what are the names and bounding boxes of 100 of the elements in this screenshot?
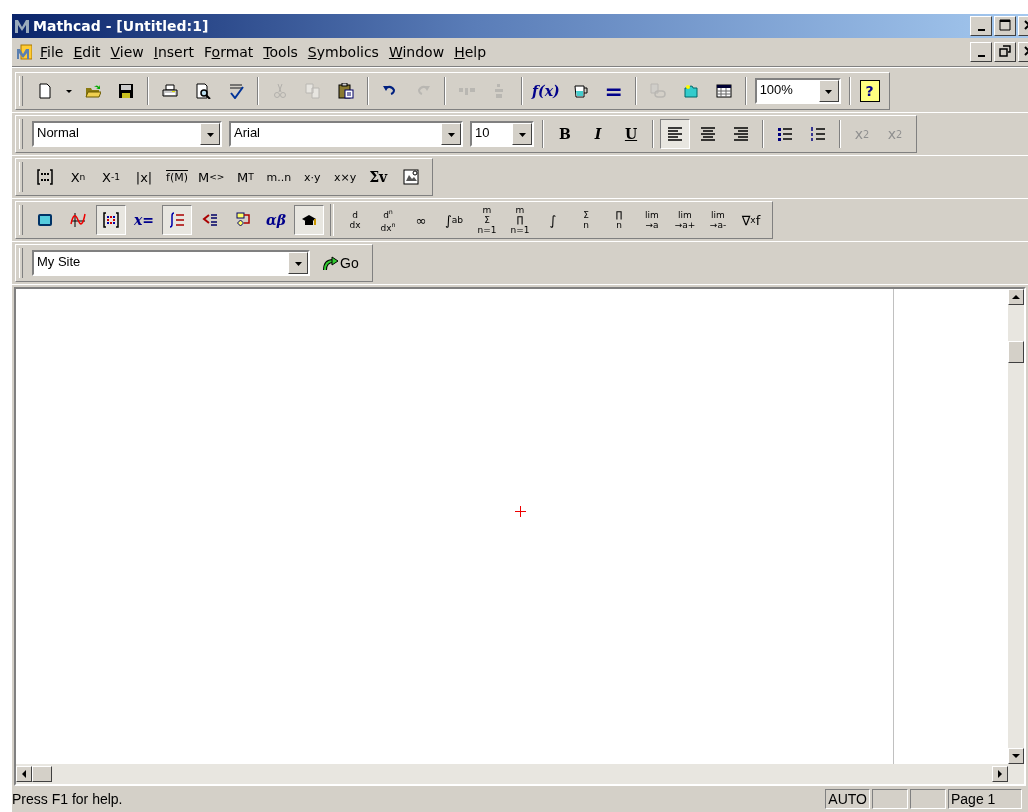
toolbar-button[interactable]: f(M): [162, 162, 192, 192]
open-folder-icon: [85, 83, 101, 99]
status-panel: [872, 789, 908, 809]
dropdown[interactable]: 10: [470, 121, 534, 147]
dropdown[interactable]: 100%: [754, 78, 841, 104]
minimize-icon: [977, 29, 985, 31]
toolbar-button[interactable]: ∞: [406, 205, 436, 235]
toolbar-button[interactable]: lim →a+: [670, 205, 700, 235]
align-center-icon: [700, 126, 716, 142]
toolbar-button[interactable]: I: [583, 119, 613, 149]
minimize-button[interactable]: [970, 42, 992, 62]
dropdown[interactable]: My Site: [32, 250, 310, 276]
minimize-icon: [977, 55, 985, 57]
picture-frame-icon: [403, 169, 420, 185]
spell-check-icon: [228, 83, 244, 99]
status-mode: AUTO: [825, 789, 870, 809]
horizontal-scrollbar[interactable]: [16, 764, 1024, 784]
scroll-down-icon: [1011, 751, 1021, 761]
scroll-right-icon: [995, 769, 1005, 779]
menu-item[interactable]: Tools: [258, 44, 303, 60]
comparison-icon: [202, 212, 218, 228]
cup-icon: [572, 83, 589, 99]
integral-derivative-icon: [169, 212, 185, 228]
dropdown[interactable]: Arial: [229, 121, 463, 147]
document-logo-icon: [16, 44, 32, 60]
toolbar-button[interactable]: Σv: [363, 162, 394, 192]
scissors-icon: [272, 83, 288, 99]
toolbar-button[interactable]: x·y: [297, 162, 328, 192]
align-right-icon: [733, 126, 749, 142]
crosshair-cursor-icon: [515, 506, 526, 517]
new-page-icon: [37, 83, 53, 99]
toolbar-button[interactable]: m Σ n=1: [472, 205, 502, 235]
caret-icon: [66, 89, 72, 93]
toolbar-button[interactable]: m ∏ n=1: [505, 205, 535, 235]
maximize-button[interactable]: [994, 16, 1016, 36]
toolbar-button[interactable]: U: [616, 119, 646, 149]
matrix-icon: [37, 169, 53, 185]
restore-icon: [999, 45, 1011, 57]
menu-item[interactable]: Format: [199, 44, 259, 60]
scroll-thumb[interactable]: [32, 766, 52, 782]
matrix-dots-icon: [103, 212, 119, 228]
flowchart-icon: [235, 212, 251, 228]
maximize-icon: [999, 19, 1011, 31]
graduation-cap-button[interactable]: [294, 205, 324, 235]
numbered-list-icon: [810, 126, 826, 142]
help-button[interactable]: ?: [859, 80, 880, 102]
menu-item[interactable]: Edit: [68, 44, 106, 60]
vertical-scrollbar[interactable]: [1008, 289, 1024, 764]
menu-item[interactable]: Window: [383, 44, 450, 60]
toolbar-button[interactable]: lim →a-: [703, 205, 733, 235]
align-left-icon: [667, 126, 683, 142]
restore-button[interactable]: [994, 42, 1016, 62]
linked-pages-icon: [649, 83, 666, 99]
window-title: Mathcad - [Untitled:1]: [33, 18, 209, 34]
toolbar-button[interactable]: Σ n: [571, 205, 601, 235]
toolbar-button[interactable]: |x|: [129, 162, 159, 192]
status-panel: [910, 789, 946, 809]
scroll-up-icon: [1011, 292, 1021, 302]
calculator-icon: [37, 212, 53, 228]
menu-item[interactable]: Symbolics: [302, 44, 384, 60]
toolbar-button[interactable]: =: [598, 76, 629, 106]
toolbar-button[interactable]: lim →a: [637, 205, 667, 235]
align-left-button[interactable]: [660, 119, 690, 149]
toolbar-button[interactable]: d$^{n}$ dx$^{n}$: [373, 205, 403, 235]
menu-item[interactable]: View: [105, 44, 149, 60]
minimize-button[interactable]: [970, 16, 992, 36]
toolbar-button[interactable]: m..n: [263, 162, 295, 192]
integral-derivative-button[interactable]: [162, 205, 192, 235]
toolbar-button[interactable]: ∫: [538, 205, 568, 235]
menu-item[interactable]: Help: [449, 44, 492, 60]
toolbar-button[interactable]: f(x): [529, 76, 563, 106]
toolbar-button[interactable]: M$^{T}$: [230, 162, 261, 192]
menu-item[interactable]: Insert: [148, 44, 199, 60]
align-across-icon: [459, 87, 475, 95]
toolbar-button[interactable]: d dx: [340, 205, 370, 235]
table-grid-icon: [715, 83, 732, 99]
copy-icon: [305, 83, 321, 99]
menu-item[interactable]: File: [35, 44, 69, 60]
puzzle-piece-icon: [682, 83, 699, 99]
curved-arrow-icon: [322, 255, 338, 271]
scroll-thumb[interactable]: [1008, 341, 1024, 363]
paste-clipboard-icon: [338, 83, 354, 99]
dropdown[interactable]: Normal: [32, 121, 222, 147]
bullet-list-icon: [777, 126, 793, 142]
app-logo-icon: [14, 18, 30, 34]
go-button[interactable]: Go: [315, 248, 366, 278]
toolbar-button[interactable]: X$^{-1}$: [96, 162, 126, 192]
graph-icon: [70, 212, 86, 228]
status-page: Page 1: [948, 789, 1022, 809]
toolbar-button[interactable]: B: [550, 119, 580, 149]
printer-icon: [162, 83, 178, 99]
print-preview-icon: [195, 83, 211, 99]
toolbar-button[interactable]: ∏ n: [604, 205, 634, 235]
graduation-cap-icon: [301, 212, 317, 228]
toolbar-button[interactable]: M$^{<>}$: [195, 162, 228, 192]
toolbar-button[interactable]: αβ: [261, 205, 291, 235]
status-message: Press F1 for help.: [12, 791, 124, 807]
matrix-dots-button[interactable]: [96, 205, 126, 235]
toolbar-button[interactable]: x=: [129, 205, 159, 235]
toolbar-button[interactable]: x×y: [330, 162, 361, 192]
